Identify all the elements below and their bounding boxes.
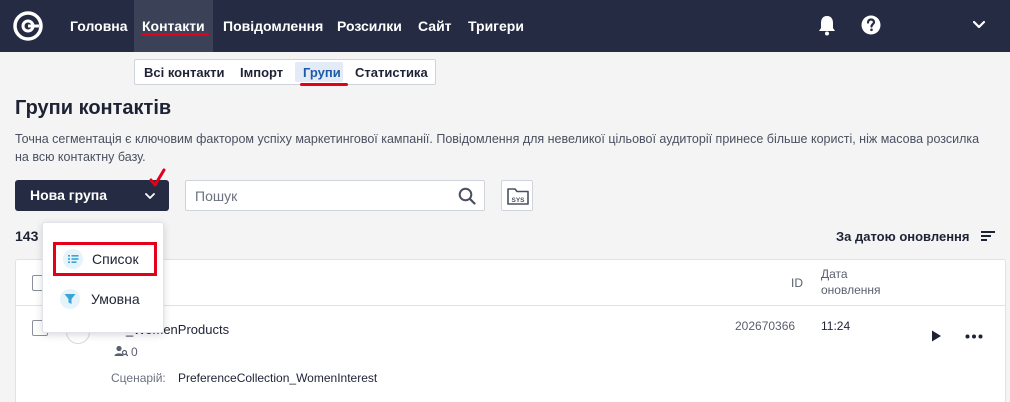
group-id: 202670366	[735, 319, 796, 333]
group-contact-count: 0	[131, 345, 138, 359]
system-folder-button[interactable]: SYS	[501, 180, 533, 211]
group-updated-time: 11:24	[821, 319, 851, 333]
help-icon[interactable]	[861, 15, 881, 35]
subtab-all-contacts[interactable]: Всі контакти	[144, 65, 224, 80]
subtab-statistics[interactable]: Статистика	[355, 65, 428, 80]
contacts-subtabs: Всі контакти Імпорт Групи Статистика	[134, 59, 436, 85]
scenario-value[interactable]: PreferenceCollection_WomenInterest	[178, 371, 377, 385]
contacts-search-icon	[114, 345, 128, 357]
new-group-label: Нова група	[30, 187, 107, 203]
red-check-annotation-icon	[149, 168, 166, 187]
subtab-groups[interactable]: Групи	[303, 65, 341, 80]
table-header: ID Дата оновлення	[16, 260, 1005, 306]
dropdown-item-list-label: Список	[92, 251, 139, 267]
dropdown-item-conditional[interactable]: Умовна	[43, 281, 163, 319]
group-count: 143	[15, 228, 39, 244]
more-options-icon[interactable]	[965, 334, 983, 339]
search-input[interactable]	[195, 186, 445, 206]
search-box	[185, 180, 485, 211]
sort-icon[interactable]	[981, 230, 995, 242]
column-header-date-line1: Дата	[821, 267, 848, 281]
column-header-id[interactable]: ID	[791, 276, 803, 290]
contacts-highlight-underline	[142, 33, 209, 36]
scenario-label: Сценарій:	[111, 371, 166, 385]
nav-item-contacts[interactable]: Контакти	[134, 0, 213, 52]
folder-sys-label: SYS	[511, 197, 525, 204]
nav-item-campaigns[interactable]: Розсилки	[337, 0, 402, 52]
nav-item-triggers[interactable]: Тригери	[468, 0, 524, 52]
subtab-import[interactable]: Імпорт	[240, 65, 283, 80]
sort-label[interactable]: За датою оновлення	[836, 229, 969, 244]
bell-icon[interactable]	[817, 14, 837, 36]
page-title: Групи контактів	[15, 97, 172, 119]
list-icon	[63, 249, 83, 269]
nav-item-site[interactable]: Сайт	[418, 0, 452, 52]
top-navigation: Головна Контакти Повідомлення Розсилки С…	[0, 0, 1010, 52]
filter-icon	[60, 289, 80, 309]
play-icon[interactable]	[930, 330, 942, 342]
column-header-date-line2: оновлення	[821, 283, 881, 297]
dropdown-item-list[interactable]: Список	[53, 242, 157, 276]
table-row[interactable]: _WomenProducts 0 Сценарій: PreferenceCol…	[16, 307, 1005, 397]
groups-highlight-underline	[300, 83, 348, 86]
folder-sys-icon: SYS	[507, 188, 529, 205]
new-group-dropdown: Список Умовна	[42, 222, 164, 333]
search-icon[interactable]	[458, 187, 476, 205]
esputnik-logo-icon[interactable]	[13, 11, 43, 41]
column-header-date[interactable]: Дата оновлення	[821, 266, 881, 298]
nav-item-home[interactable]: Головна	[70, 0, 128, 52]
dropdown-item-conditional-label: Умовна	[91, 291, 140, 307]
page-description: Точна сегментація є ключовим фактором ус…	[15, 132, 980, 164]
chevron-down-icon[interactable]	[145, 191, 155, 201]
new-group-button[interactable]: Нова група	[15, 180, 169, 211]
nav-item-messages[interactable]: Повідомлення	[223, 0, 323, 52]
chevron-down-icon[interactable]	[972, 18, 986, 32]
